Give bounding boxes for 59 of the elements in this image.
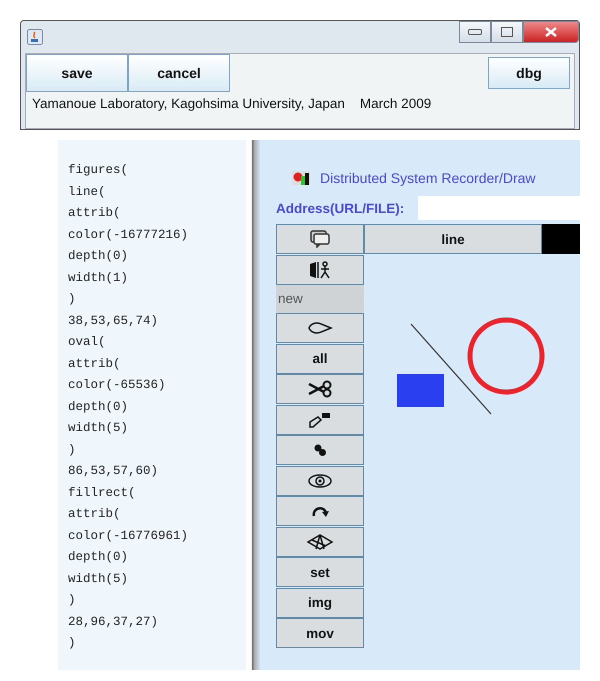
code-line: oval(: [68, 334, 107, 351]
code-line: depth(0): [68, 549, 130, 566]
tool-button[interactable]: set: [276, 557, 364, 587]
color-swatch[interactable]: [542, 224, 580, 254]
pencil-rectangle-icon: [308, 410, 332, 428]
debug-button[interactable]: dbg: [488, 57, 570, 89]
code-line: color(-16777216): [68, 226, 190, 244]
code-line: color(-65536): [68, 377, 167, 394]
tool-button[interactable]: all: [276, 344, 364, 374]
scissors-icon: [307, 380, 333, 398]
code-line: attrib(: [68, 356, 122, 372]
mode-field: line: [364, 224, 542, 254]
toolbar-button[interactable]: save: [26, 54, 128, 92]
code-line: ): [68, 635, 77, 652]
drawn-rectangle: [397, 374, 444, 407]
new-label: new: [276, 285, 364, 313]
maximize-icon: [501, 27, 513, 37]
code-line: ): [68, 291, 77, 308]
exit-person-icon: [308, 260, 332, 280]
minimize-button[interactable]: [459, 21, 491, 43]
app-title: Distributed System Recorder/Draw: [320, 170, 536, 186]
code-line: width(5): [68, 420, 130, 437]
tool-button[interactable]: [276, 313, 364, 343]
close-button[interactable]: [523, 21, 579, 43]
minimize-icon: [468, 29, 482, 35]
code-line: 28,96,37,27): [68, 614, 160, 630]
tool-button[interactable]: [276, 254, 364, 284]
code-line: attrib(: [68, 506, 122, 523]
tool-button[interactable]: [276, 224, 364, 254]
tool-button[interactable]: [276, 496, 364, 526]
maximize-button[interactable]: [491, 21, 523, 43]
close-icon: [545, 27, 557, 37]
toolbar-button[interactable]: cancel: [128, 54, 230, 92]
tool-button[interactable]: [276, 435, 364, 465]
eye-icon: [307, 472, 333, 488]
tool-button[interactable]: [276, 466, 364, 496]
code-line: 86,53,57,60): [68, 463, 160, 480]
tool-button[interactable]: [276, 404, 364, 434]
address-label: Address(URL/FILE):: [276, 200, 404, 216]
tool-button[interactable]: img: [276, 588, 364, 618]
code-line: line(: [68, 184, 107, 200]
tool-button[interactable]: [276, 526, 364, 556]
app-logo-icon: [292, 171, 310, 185]
chat-icon: [309, 230, 331, 248]
tool-button[interactable]: [276, 374, 364, 404]
tool-button[interactable]: mov: [276, 618, 364, 648]
code-line: ): [68, 592, 77, 609]
code-line: depth(0): [68, 398, 130, 416]
code-line: ): [68, 442, 77, 458]
code-line: figures(: [68, 162, 130, 179]
code-line: attrib(: [68, 205, 122, 222]
code-line: depth(0): [68, 248, 130, 265]
dots-icon: [313, 443, 327, 457]
credit-text: Yamanoue Laboratory, Kagohsima University, Japan March 2009: [25, 92, 575, 129]
code-line: width(5): [68, 570, 130, 588]
code-line: fillrect(: [68, 484, 137, 502]
code-line: width(1): [68, 270, 130, 286]
code-line: 38,53,65,74): [68, 312, 160, 330]
code-line: color(-16776961): [68, 528, 190, 544]
